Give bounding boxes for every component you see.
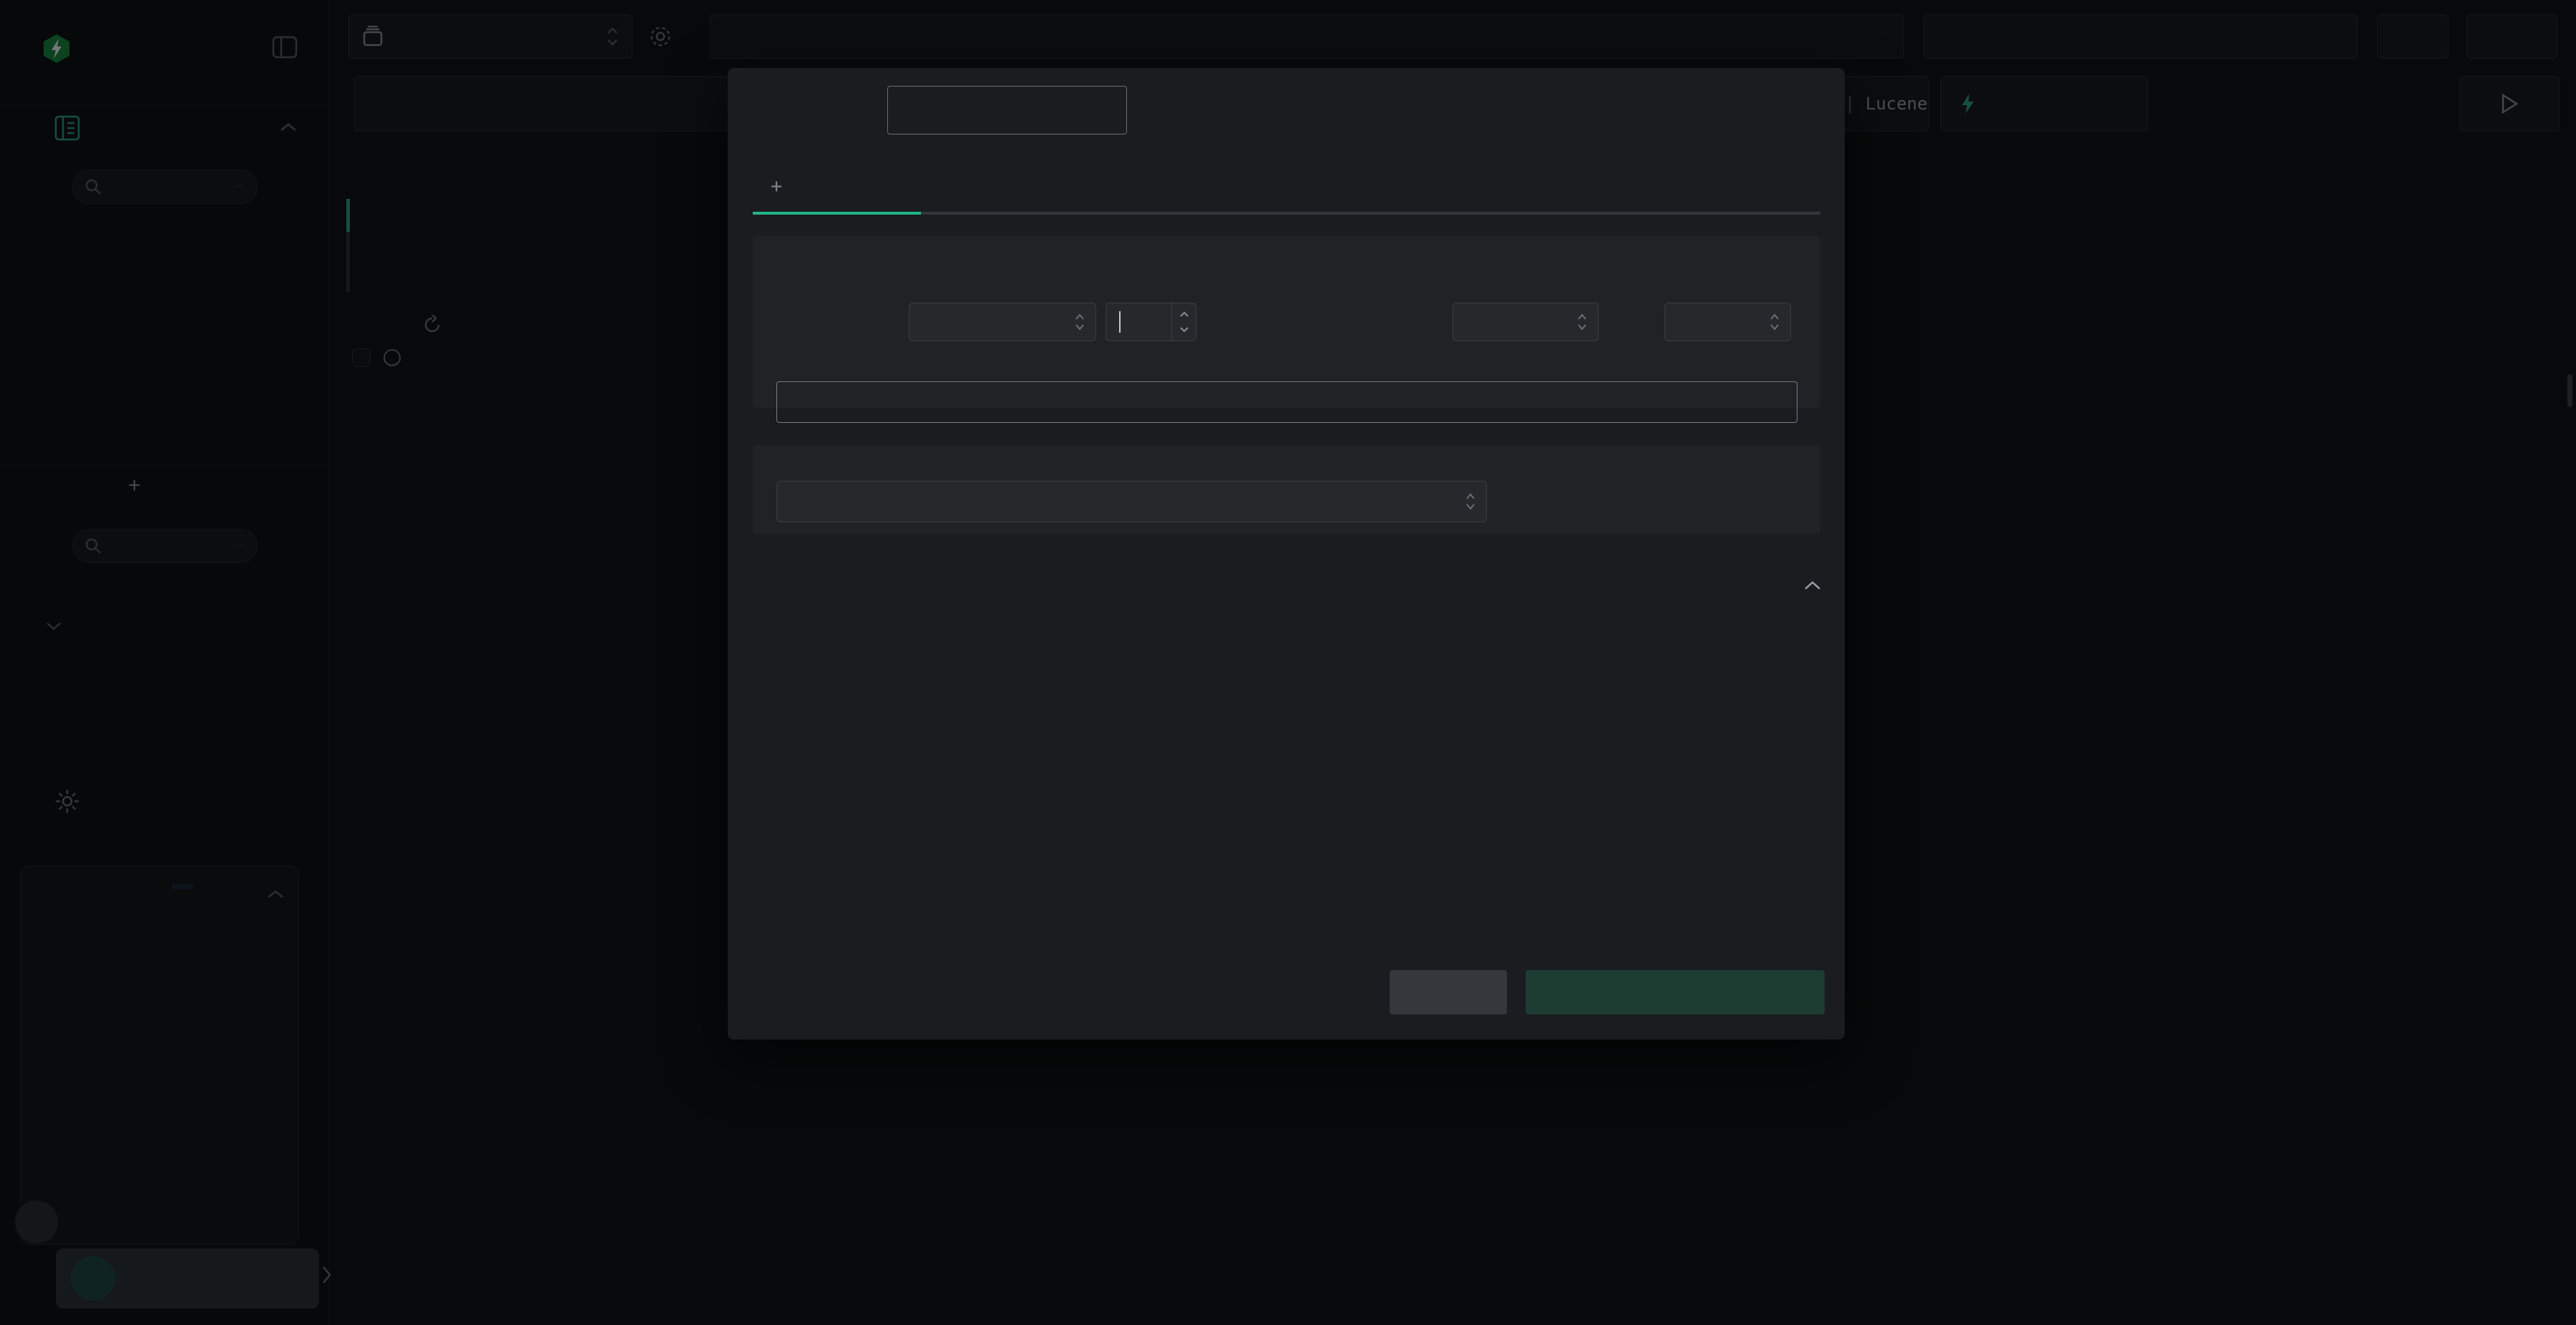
collapse-chart-chevron-icon[interactable] <box>1803 580 1822 591</box>
trigger-panel <box>753 236 1820 423</box>
plus-icon: + <box>771 175 783 197</box>
threshold-chart <box>744 620 1846 877</box>
channel-select[interactable] <box>1664 303 1791 341</box>
saved-search-name-input[interactable] <box>887 86 1127 135</box>
webhook-select[interactable] <box>776 481 1487 522</box>
chevron-updown-icon <box>1465 492 1476 512</box>
threshold-input[interactable] <box>1106 303 1196 341</box>
send-to-panel <box>753 445 1820 534</box>
chevron-updown-icon <box>1074 312 1085 332</box>
tab-underline-active <box>753 212 921 215</box>
grouped-by-input[interactable] <box>776 381 1797 423</box>
tab-underline-track <box>753 212 1820 215</box>
save-search-with-alert-button[interactable] <box>1526 970 1825 1014</box>
number-spinner[interactable] <box>1171 303 1196 341</box>
app-window: + <box>0 0 2576 1325</box>
chevron-updown-icon <box>1576 312 1588 332</box>
cancel-button[interactable] <box>1390 970 1507 1014</box>
chevron-updown-icon <box>1769 312 1780 332</box>
window-select[interactable] <box>1453 303 1599 341</box>
alert-modal: + <box>728 68 1845 1040</box>
condition-select[interactable] <box>909 303 1096 341</box>
tab-new-alert[interactable]: + <box>771 175 792 197</box>
text-cursor <box>1119 311 1121 333</box>
